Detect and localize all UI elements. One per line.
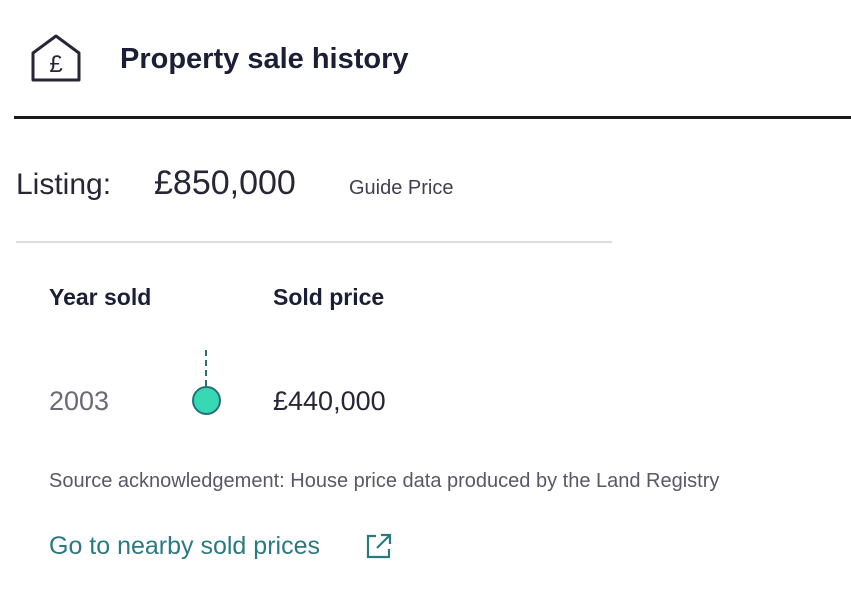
listing-price: £850,000 — [154, 164, 296, 202]
listing-label: Listing: — [16, 168, 112, 201]
house-pound-icon: £ — [31, 34, 81, 82]
price-qualifier: Guide Price — [349, 177, 454, 199]
header-divider — [14, 116, 851, 119]
column-header-year-sold: Year sold — [49, 284, 152, 310]
source-acknowledgement: Source acknowledgement: House price data… — [49, 470, 720, 492]
sale-price: £440,000 — [273, 386, 386, 416]
listing-divider — [16, 241, 612, 243]
nearby-sold-prices-link[interactable]: Go to nearby sold prices — [49, 530, 320, 562]
external-link-icon[interactable] — [365, 532, 393, 560]
timeline-dot — [192, 386, 221, 415]
timeline-line — [205, 350, 207, 386]
column-header-sold-price: Sold price — [273, 284, 385, 310]
section-title: Property sale history — [120, 43, 409, 75]
section-header: £ Property sale history — [0, 0, 851, 116]
sale-year: 2003 — [49, 386, 110, 416]
svg-text:£: £ — [49, 51, 62, 78]
